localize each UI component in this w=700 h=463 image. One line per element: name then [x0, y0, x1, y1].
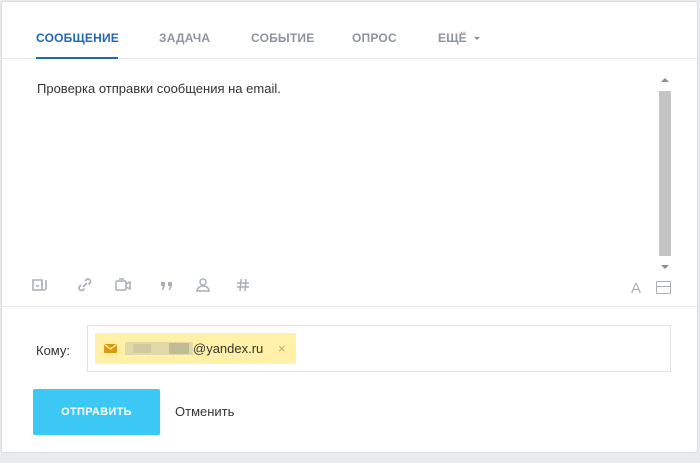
scroll-down-arrow-icon[interactable]: [661, 265, 669, 269]
recipients-label: Кому:: [36, 343, 70, 358]
active-tab-indicator: [36, 57, 118, 59]
hashtag-icon[interactable]: [234, 276, 252, 294]
remove-recipient-icon[interactable]: ×: [278, 341, 286, 356]
send-button[interactable]: ОТПРАВИТЬ: [33, 389, 160, 435]
tab-event[interactable]: СОБЫТИЕ: [251, 31, 314, 45]
scrollbar-thumb[interactable]: [659, 91, 671, 256]
text-format-icon[interactable]: A: [631, 280, 641, 297]
message-editor-text[interactable]: Проверка отправки сообщения на email.: [37, 81, 281, 96]
divider: [2, 306, 697, 307]
quote-icon[interactable]: [158, 276, 176, 294]
recipients-field[interactable]: @yandex.ru ×: [87, 325, 671, 372]
mention-user-icon[interactable]: [194, 276, 212, 294]
recipient-email-domain: @yandex.ru: [193, 341, 264, 356]
recipient-chip[interactable]: @yandex.ru ×: [95, 333, 296, 364]
tab-more-label: ЕЩЁ: [438, 31, 467, 45]
redacted-email-user: [125, 342, 193, 355]
tab-more[interactable]: ЕЩЁ: [438, 31, 480, 45]
tab-message[interactable]: СООБЩЕНИЕ: [36, 31, 119, 45]
attach-file-icon[interactable]: [31, 276, 49, 294]
message-compose-panel: СООБЩЕНИЕ ЗАДАЧА СОБЫТИЕ ОПРОС ЕЩЁ Прове…: [1, 1, 698, 453]
video-icon[interactable]: [114, 276, 132, 294]
mail-icon: [104, 344, 117, 353]
chevron-down-icon: [473, 37, 480, 41]
cancel-button[interactable]: Отменить: [175, 404, 234, 419]
tab-bar: СООБЩЕНИЕ ЗАДАЧА СОБЫТИЕ ОПРОС ЕЩЁ: [2, 2, 697, 59]
tab-poll[interactable]: ОПРОС: [352, 31, 397, 45]
link-icon[interactable]: [76, 276, 94, 294]
scroll-up-arrow-icon[interactable]: [661, 78, 669, 82]
editor-scrollbar[interactable]: [658, 75, 672, 272]
tab-task[interactable]: ЗАДАЧА: [159, 31, 210, 45]
panel-layout-icon[interactable]: [656, 281, 671, 294]
